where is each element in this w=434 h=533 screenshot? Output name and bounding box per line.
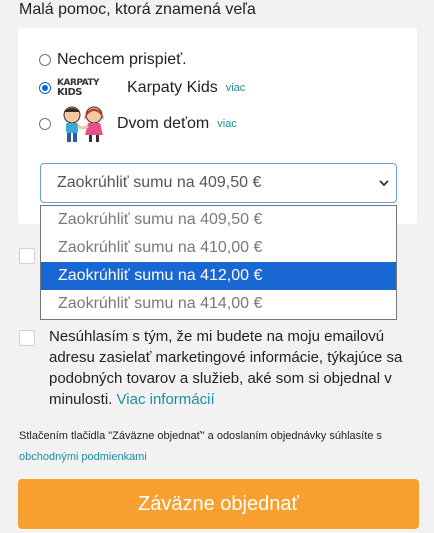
round-up-dropdown: Zaokrúhliť sumu na 409,50 € Zaokrúhliť s… <box>40 205 397 320</box>
donation-option-none[interactable]: Nechcem prispieť. <box>39 48 187 72</box>
marketing-consent-checkbox[interactable] <box>19 330 35 346</box>
marketing-consent-text: Nesúhlasím s tým, že mi budete na moju e… <box>49 328 403 408</box>
radio-dvom-detom[interactable] <box>39 118 51 130</box>
order-button[interactable]: Záväzne objednať <box>18 479 419 529</box>
dropdown-option[interactable]: Zaokrúhliť sumu na 410,00 € <box>41 234 396 262</box>
more-info-link[interactable]: Viac informácií <box>117 391 215 408</box>
more-link-karpaty-kids[interactable]: viac <box>226 82 246 94</box>
more-link-dvom-detom[interactable]: viac <box>217 118 237 130</box>
terms-notice: Stlačením tlačidla "Záväzne objednať" a … <box>19 430 382 463</box>
dropdown-option[interactable]: Zaokrúhliť sumu na 414,00 € <box>41 290 396 318</box>
terms-link[interactable]: obchodnými podmienkami <box>19 451 147 463</box>
dropdown-option[interactable]: Zaokrúhliť sumu na 409,50 € <box>41 206 396 234</box>
donation-option-karpaty-kids[interactable]: KARPATY KIDS Karpaty Kids viac <box>39 76 245 100</box>
chevron-down-icon <box>379 180 389 187</box>
donation-option-dvom-detom[interactable]: Dvom deťom viac <box>39 106 237 142</box>
round-up-select[interactable]: Zaokrúhliť sumu na 409,50 € <box>40 163 397 203</box>
dropdown-option-highlighted[interactable]: Zaokrúhliť sumu na 412,00 € <box>41 262 396 290</box>
donation-option-label: Nechcem prispieť. <box>57 51 187 68</box>
dvom-detom-logo <box>63 106 104 142</box>
radio-karpaty-kids[interactable] <box>39 82 51 94</box>
section-heading: Malá pomoc, ktorá znamená veľa <box>19 1 256 18</box>
donation-option-label: Dvom deťom <box>117 115 210 132</box>
hidden-checkbox[interactable] <box>19 248 35 264</box>
karpaty-kids-logo: KARPATY KIDS <box>57 78 100 98</box>
round-up-select-value: Zaokrúhliť sumu na 409,50 € <box>57 174 262 191</box>
radio-none[interactable] <box>39 54 51 66</box>
donation-option-label: Karpaty Kids <box>127 79 218 96</box>
